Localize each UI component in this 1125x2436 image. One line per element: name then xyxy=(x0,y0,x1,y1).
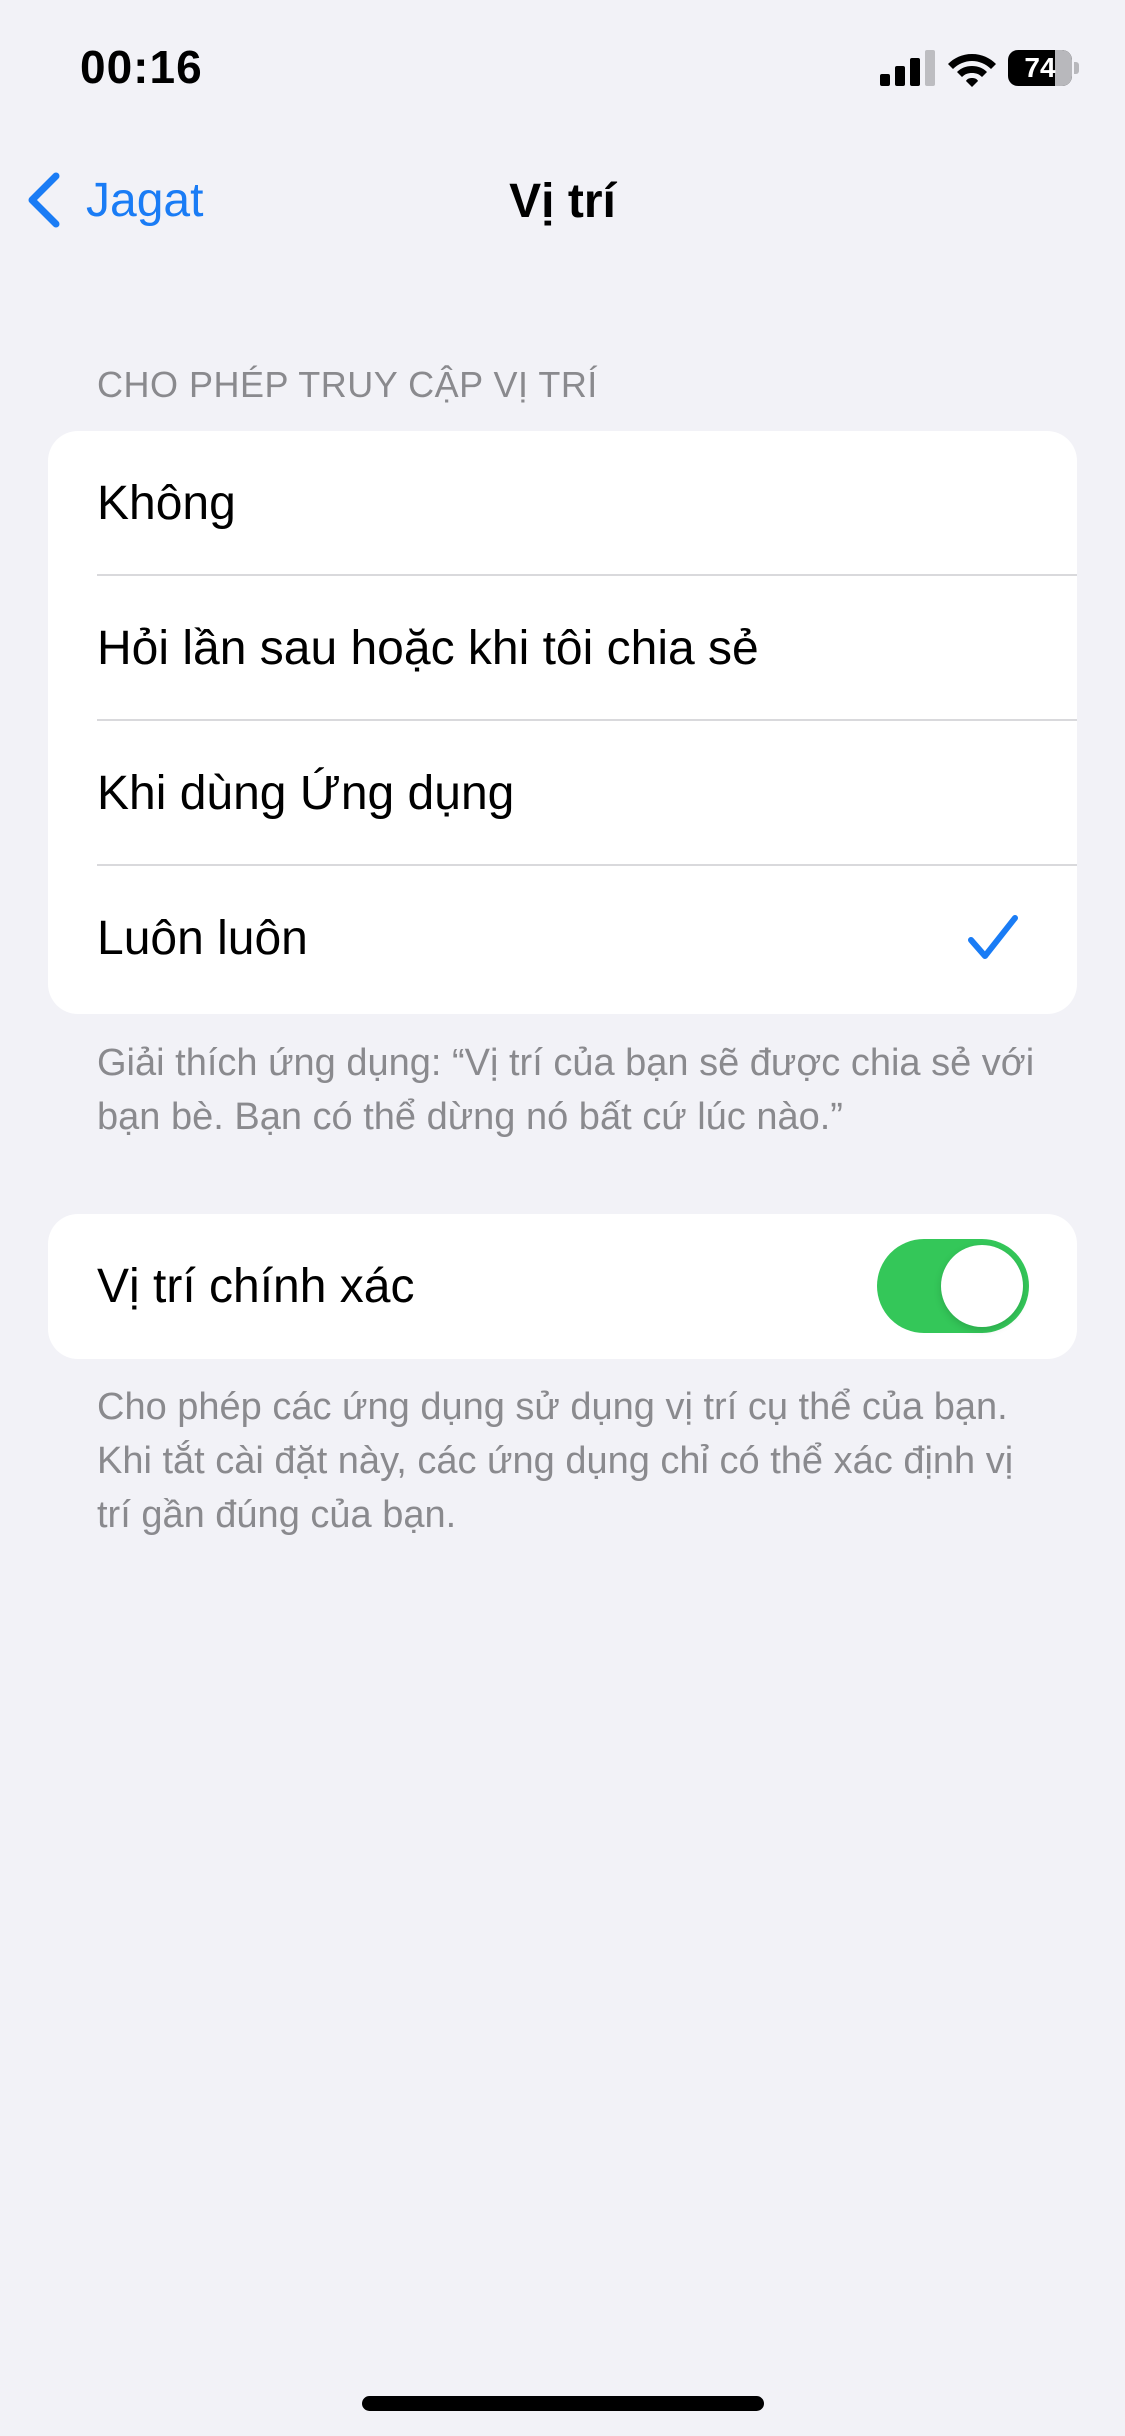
option-label: Khi dùng Ứng dụng xyxy=(97,767,515,820)
precise-location-toggle[interactable] xyxy=(877,1239,1029,1333)
option-label: Không xyxy=(97,477,236,530)
option-ask-next-time[interactable]: Hỏi lần sau hoặc khi tôi chia sẻ xyxy=(48,576,1077,721)
toggle-knob xyxy=(941,1245,1023,1327)
option-label: Luôn luôn xyxy=(97,912,308,965)
home-indicator[interactable] xyxy=(362,2396,764,2411)
battery-body: 74 xyxy=(1008,50,1072,86)
signal-icon xyxy=(880,50,935,86)
option-always[interactable]: Luôn luôn xyxy=(48,866,1077,1011)
app-explanation-text: Giải thích ứng dụng: “Vị trí của bạn sẽ … xyxy=(97,1042,1035,1138)
precise-location-description: Cho phép các ứng dụng sử dụng vị trí cụ … xyxy=(97,1386,1014,1536)
checkmark-icon xyxy=(968,915,1018,959)
battery-level: 74 xyxy=(1024,52,1056,83)
section-header-location-access: CHO PHÉP TRUY CẬP VỊ TRÍ xyxy=(97,364,598,405)
precise-location-label: Vị trí chính xác xyxy=(97,1260,415,1313)
nav-bar: Jagat Vị trí xyxy=(0,150,1125,250)
option-never[interactable]: Không xyxy=(48,431,1077,576)
option-while-using-app[interactable]: Khi dùng Ứng dụng xyxy=(48,721,1077,866)
wifi-icon xyxy=(948,54,996,87)
precise-location-group: Vị trí chính xác xyxy=(48,1214,1077,1359)
precise-location-row: Vị trí chính xác xyxy=(48,1214,1077,1359)
battery-cap xyxy=(1074,62,1079,74)
status-bar: 00:16 74 xyxy=(0,0,1125,140)
page-title: Vị trí xyxy=(509,175,616,228)
option-label: Hỏi lần sau hoặc khi tôi chia sẻ xyxy=(97,622,759,675)
battery-icon: 74 xyxy=(1008,50,1080,86)
location-access-options: Không Hỏi lần sau hoặc khi tôi chia sẻ K… xyxy=(48,431,1077,1014)
status-time: 00:16 xyxy=(80,41,203,93)
